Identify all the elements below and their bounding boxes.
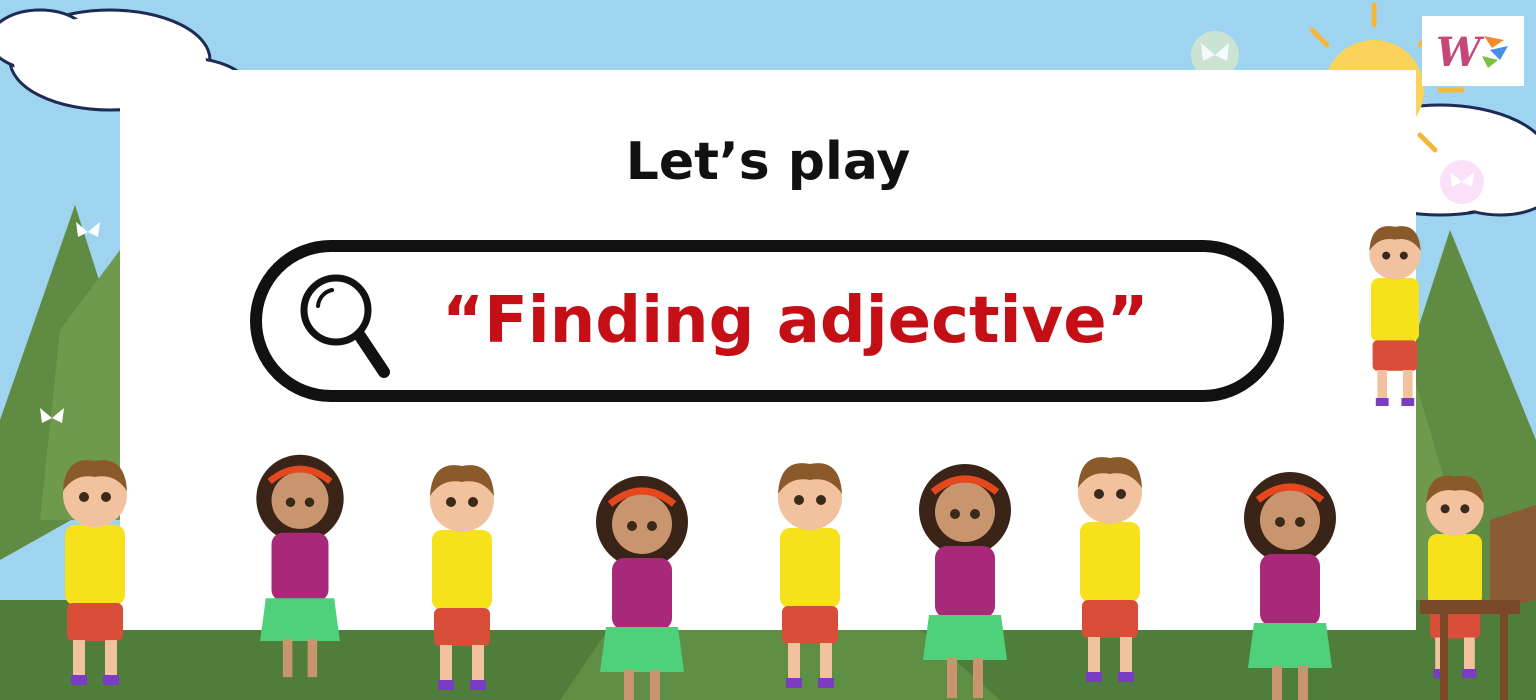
- character-boy-angry: [1078, 457, 1142, 682]
- character-boy-sitting: [1426, 475, 1484, 678]
- character-boy-waving: [430, 465, 494, 690]
- character-girl-walking: [256, 455, 343, 677]
- game-scene: W Let’s play “Finding adjective”: [0, 0, 1536, 700]
- character-girl-crying: [596, 476, 688, 700]
- character-boy-walking: [63, 460, 127, 685]
- character-boy-sleepy: [778, 463, 842, 688]
- character-girl-scared: [919, 464, 1011, 698]
- character-girl-surprised: [1244, 472, 1336, 700]
- character-boy-climbing: [1369, 226, 1421, 406]
- characters-group: [63, 226, 1536, 700]
